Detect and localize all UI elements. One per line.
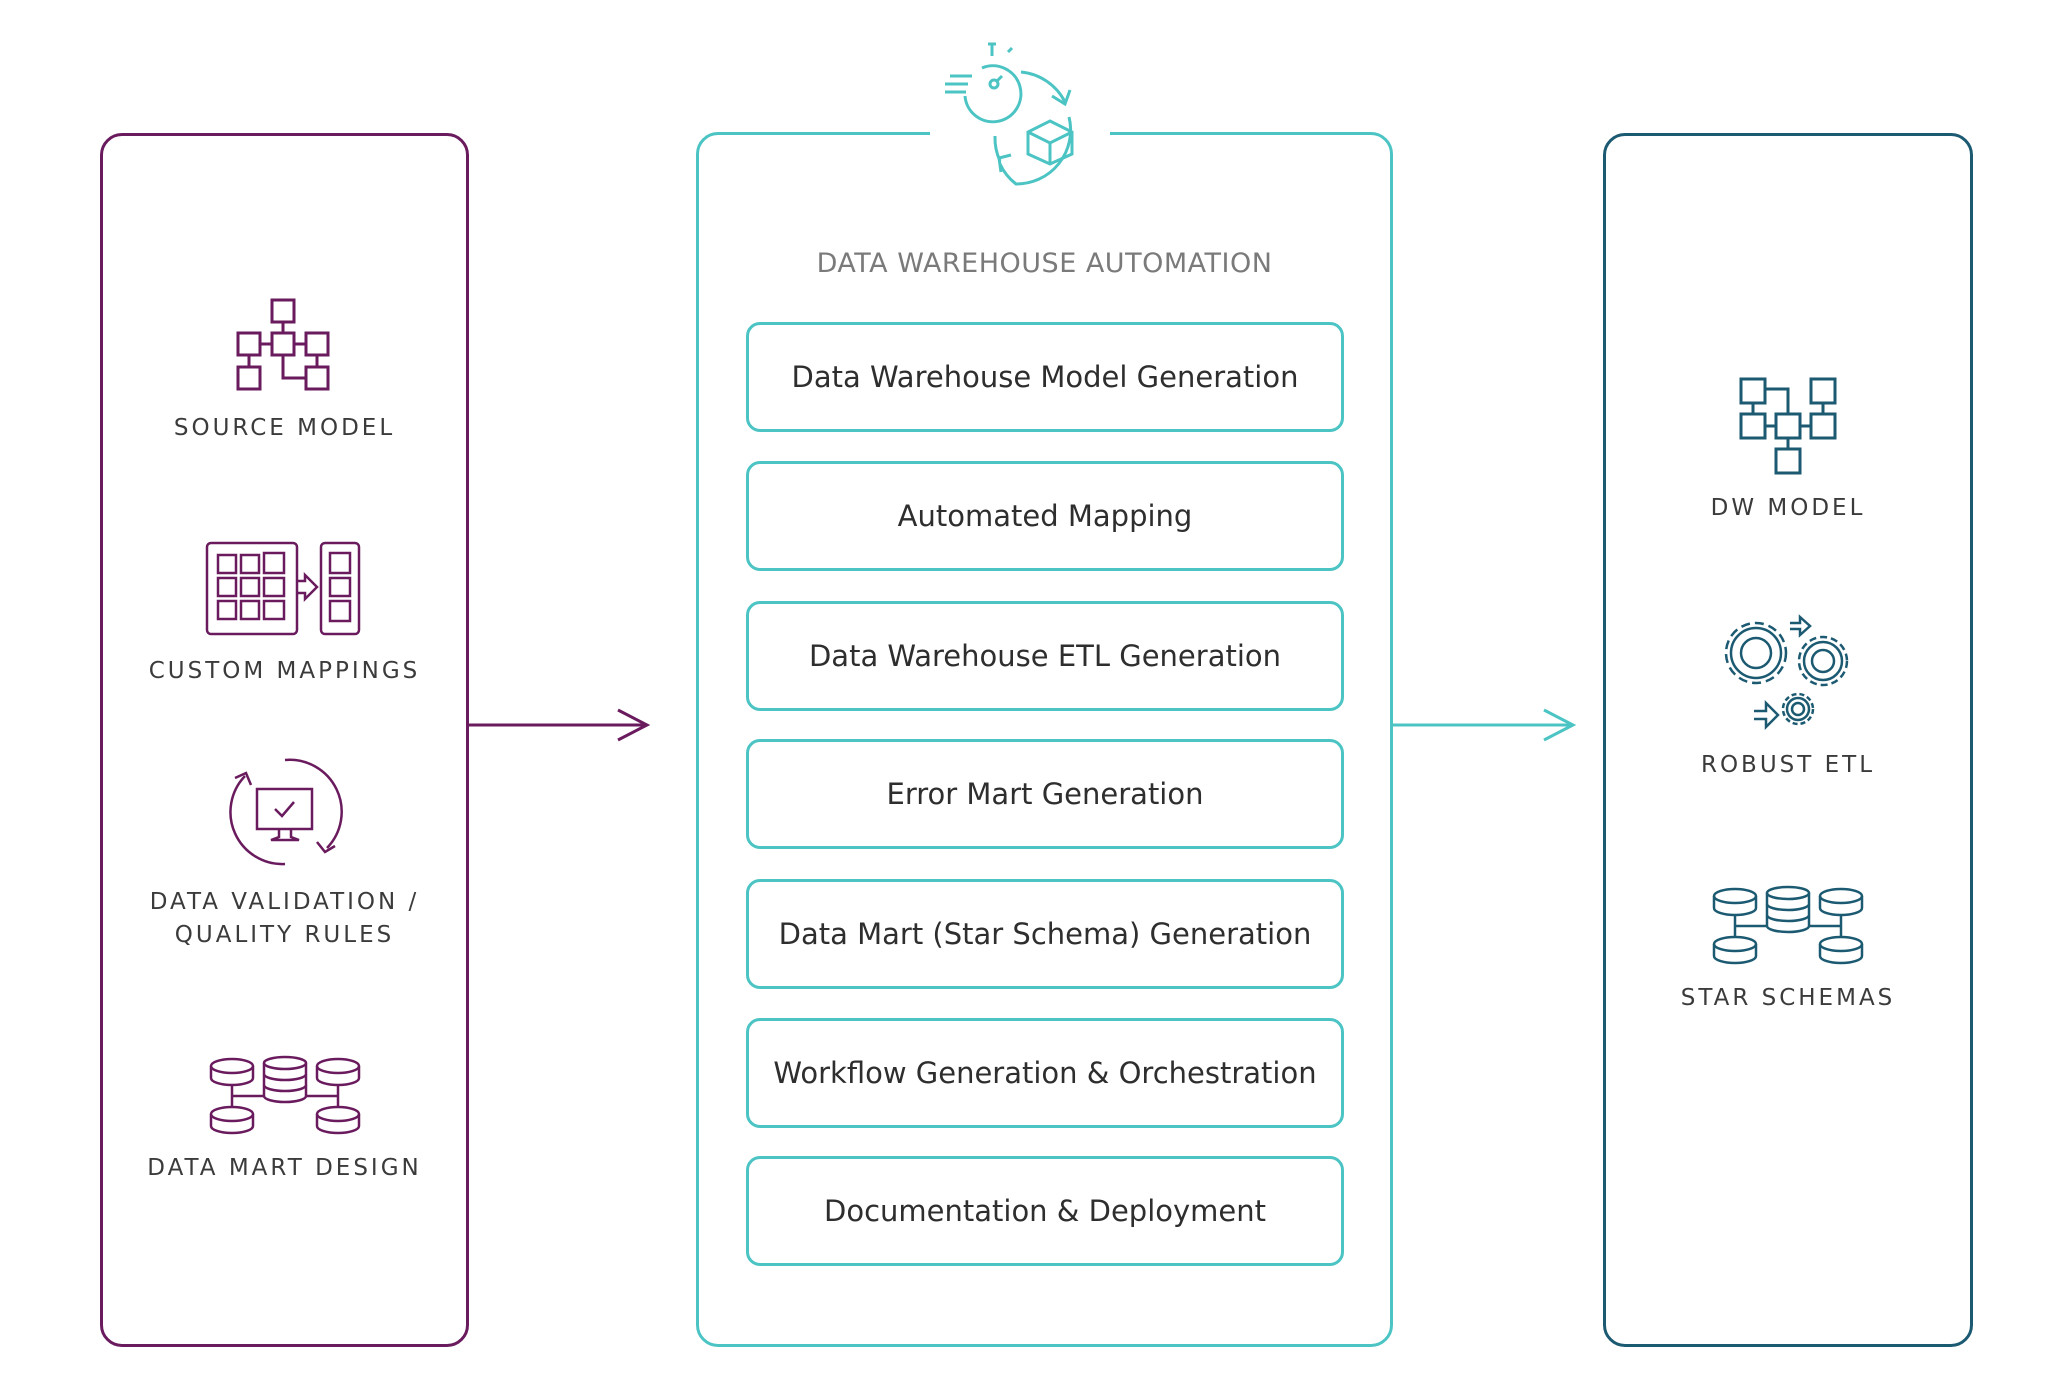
source-model-item: SOURCE MODEL [103,298,466,445]
star-schemas-label: STAR SCHEMAS [1680,985,1896,1011]
data-validation-monitor-icon [228,758,343,866]
robust-etl-label: ROBUST ETL [1700,752,1876,778]
dw-model-hierarchy-icon [1739,377,1837,475]
data-validation-item: DATA VALIDATION / QUALITY RULES [103,756,466,952]
step-label: Documentation & Deployment [824,1194,1266,1228]
step-box: Error Mart Generation [746,739,1344,849]
step-box: Data Mart (Star Schema) Generation [746,879,1344,989]
custom-mappings-grid-icon [205,541,360,636]
dw-model-label: DW MODEL [1710,495,1866,521]
source-model-label: SOURCE MODEL [173,415,396,441]
step-label: Workflow Generation & Orchestration [773,1056,1317,1090]
star-schemas-item: STAR SCHEMAS [1606,885,1970,1015]
custom-mappings-item: CUSTOM MAPPINGS [103,541,466,688]
inputs-panel: SOURCE MODEL CUSTOM MAPPINGS DATA VALIDA… [100,133,469,1347]
flow-arrow-inputs-to-automation [466,708,651,742]
step-box: Documentation & Deployment [746,1156,1344,1266]
robust-etl-gears-icon [1724,614,1849,731]
outputs-panel: DW MODEL ROBUST ETL STAR SCHEMAS [1603,133,1973,1347]
robust-etl-item: ROBUST ETL [1606,611,1970,782]
data-mart-design-item: DATA MART DESIGN [103,1055,466,1185]
step-label: Data Warehouse ETL Generation [808,639,1282,673]
custom-mappings-label: CUSTOM MAPPINGS [148,658,421,684]
step-box: Data Warehouse ETL Generation [746,601,1344,711]
automation-icon-wrap [930,36,1110,192]
source-model-hierarchy-icon [236,298,329,391]
automation-stopwatch-cycle-icon [945,42,1074,186]
data-validation-label: DATA VALIDATION / QUALITY RULES [103,886,466,952]
dw-model-item: DW MODEL [1606,376,1970,525]
step-box: Automated Mapping [746,461,1344,571]
flow-arrow-automation-to-outputs [1392,708,1577,742]
step-label: Automated Mapping [897,499,1193,533]
step-box: Workflow Generation & Orchestration [746,1018,1344,1128]
data-validation-label-line2: QUALITY RULES [174,922,395,948]
automation-panel: DATA WAREHOUSE AUTOMATION Data Warehouse… [696,132,1393,1347]
star-schemas-databases-icon [1712,885,1864,965]
data-validation-label-line1: DATA VALIDATION / [149,889,420,915]
step-label: Data Warehouse Model Generation [791,360,1299,394]
step-box: Data Warehouse Model Generation [746,322,1344,432]
step-label: Error Mart Generation [886,777,1204,811]
automation-title: DATA WAREHOUSE AUTOMATION [816,248,1273,279]
step-label: Data Mart (Star Schema) Generation [778,917,1312,951]
data-mart-design-label: DATA MART DESIGN [147,1155,422,1181]
data-mart-databases-icon [209,1055,360,1135]
